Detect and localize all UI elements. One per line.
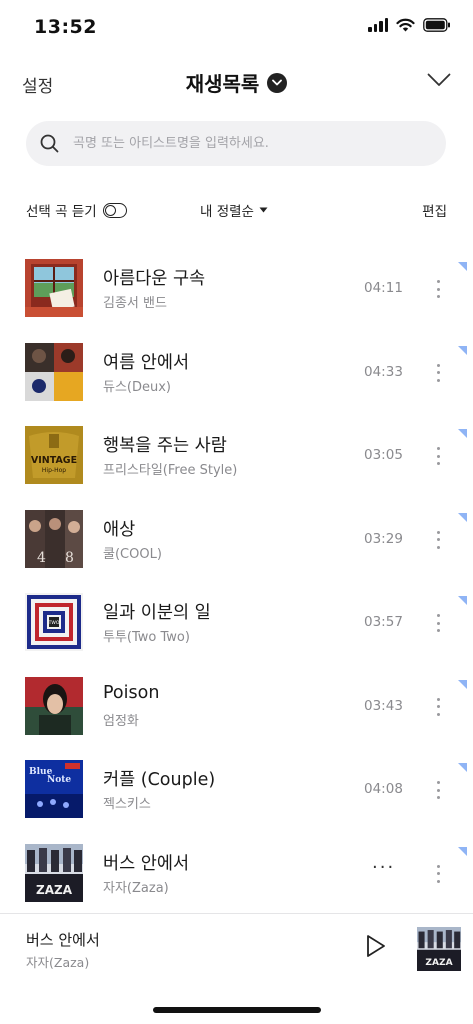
more-options-icon[interactable]: [428, 863, 448, 885]
play-button[interactable]: [365, 934, 387, 962]
svg-text:8: 8: [65, 550, 74, 566]
page-title: 재생목록: [185, 72, 260, 96]
sort-dropdown[interactable]: 내 정렬순: [200, 200, 268, 220]
collapse-button[interactable]: [427, 72, 451, 91]
list-item[interactable]: TWO 일과 이분의 일 투투(Two Two) 03:57: [0, 578, 473, 662]
svg-text:ZAZA: ZAZA: [425, 958, 452, 968]
corner-marker-icon: [458, 345, 467, 355]
chevron-down-icon: [427, 73, 451, 86]
more-options-icon[interactable]: [428, 696, 448, 718]
song-artist: 투투(Two Two): [103, 630, 190, 645]
list-item[interactable]: 여름 안에서 듀스(Deux) 04:33: [0, 328, 473, 412]
list-controls: 선택 곡 듣기 내 정렬순 편집: [0, 198, 473, 222]
list-item[interactable]: Poison 엄정화 03:43: [0, 662, 473, 746]
song-duration: ···: [372, 856, 396, 878]
song-title: 여름 안에서: [103, 352, 190, 373]
song-duration: 03:05: [364, 447, 403, 463]
album-art: [25, 259, 83, 317]
corner-marker-icon: [458, 512, 467, 522]
song-title: Poison: [103, 682, 160, 703]
song-artist: 자자(Zaza): [103, 880, 169, 896]
album-art: 4 8: [25, 509, 83, 568]
sort-label: 내 정렬순: [200, 204, 254, 220]
song-artist: 프리스타일(Free Style): [103, 463, 238, 478]
more-options-icon[interactable]: [428, 529, 448, 551]
search-input[interactable]: [73, 136, 413, 151]
search-icon: [40, 134, 59, 153]
corner-marker-icon: [458, 429, 467, 438]
corner-marker-icon: [458, 763, 467, 772]
playlist-dropdown-icon[interactable]: [267, 72, 288, 93]
corner-marker-icon: [458, 679, 467, 689]
wifi-icon: [396, 18, 415, 32]
home-indicator[interactable]: [153, 1007, 321, 1013]
status-time: 13:52: [34, 16, 97, 38]
album-art: [25, 342, 83, 401]
song-artist: 엄정화: [103, 713, 139, 729]
mini-player[interactable]: 버스 안에서 자자(Zaza) ZAZA: [0, 913, 473, 991]
list-item[interactable]: VINTAGE Hip-Hop 행복을 주는 사람 프리스타일(Free Sty…: [0, 411, 473, 495]
status-bar: 13:52: [0, 0, 473, 56]
more-options-icon[interactable]: [428, 362, 448, 384]
song-duration: 03:57: [364, 614, 403, 630]
svg-text:TWO: TWO: [48, 620, 60, 626]
now-playing-album-art[interactable]: ZAZA: [417, 927, 461, 971]
song-list: 아름다운 구속 김종서 밴드 04:11 여름 안에서 듀스(Deux) 04:…: [0, 244, 473, 912]
song-artist: 젝스키스: [103, 797, 151, 812]
album-art: VINTAGE Hip-Hop: [25, 426, 83, 484]
corner-marker-icon: [458, 262, 467, 271]
battery-icon: [423, 18, 451, 32]
list-item[interactable]: ZAZA 버스 안에서 자자(Zaza) ···: [0, 829, 473, 913]
header: 설정 재생목록: [0, 64, 473, 104]
svg-text:4: 4: [37, 550, 46, 566]
song-duration: 04:08: [364, 781, 403, 797]
edit-button[interactable]: 편집: [422, 200, 447, 220]
select-listen-toggle[interactable]: 선택 곡 듣기: [26, 200, 127, 220]
playlist-title[interactable]: 재생목록: [0, 68, 473, 97]
more-options-icon[interactable]: [428, 612, 448, 634]
album-art: [25, 676, 83, 735]
song-artist: 듀스(Deux): [103, 379, 172, 395]
song-title: 일과 이분의 일: [103, 603, 211, 623]
more-options-icon[interactable]: [428, 445, 448, 467]
song-duration: 03:29: [364, 530, 403, 547]
song-duration: 03:43: [364, 697, 403, 714]
cellular-signal-icon: [368, 18, 388, 32]
play-icon: [367, 935, 385, 957]
song-title: 아름다운 구속: [103, 269, 206, 289]
song-duration: 04:33: [364, 363, 403, 380]
song-artist: 김종서 밴드: [103, 296, 167, 311]
svg-text:VINTAGE: VINTAGE: [31, 455, 77, 466]
svg-text:Note: Note: [47, 775, 71, 785]
album-art: ZAZA: [25, 843, 83, 902]
caret-down-icon: [259, 207, 268, 213]
toggle-switch-icon[interactable]: [102, 202, 127, 218]
svg-text:ZAZA: ZAZA: [36, 883, 73, 897]
select-listen-label: 선택 곡 듣기: [26, 204, 97, 220]
song-title: 행복을 주는 사람: [103, 436, 227, 456]
now-playing-title: 버스 안에서: [26, 931, 100, 949]
album-art: TWO: [25, 593, 83, 651]
status-icons: [368, 18, 451, 32]
more-options-icon[interactable]: [428, 278, 448, 300]
song-title: 애상: [103, 519, 136, 540]
more-options-icon[interactable]: [428, 779, 448, 801]
song-artist: 쿨(COOL): [103, 546, 162, 562]
corner-marker-icon: [458, 596, 467, 605]
now-playing-artist: 자자(Zaza): [26, 955, 90, 970]
list-item[interactable]: 4 8 애상 쿨(COOL) 03:29: [0, 495, 473, 579]
song-title: 커플 (Couple): [103, 770, 216, 790]
corner-marker-icon: [458, 846, 467, 856]
list-item[interactable]: Blue Note 커플 (Couple) 젝스키스 04:08: [0, 745, 473, 829]
song-title: 버스 안에서: [103, 853, 190, 874]
song-duration: 04:11: [364, 280, 403, 296]
list-item[interactable]: 아름다운 구속 김종서 밴드 04:11: [0, 244, 473, 328]
search-bar[interactable]: [26, 121, 446, 166]
svg-text:Hip-Hop: Hip-Hop: [42, 467, 66, 474]
album-art: Blue Note: [25, 760, 83, 818]
